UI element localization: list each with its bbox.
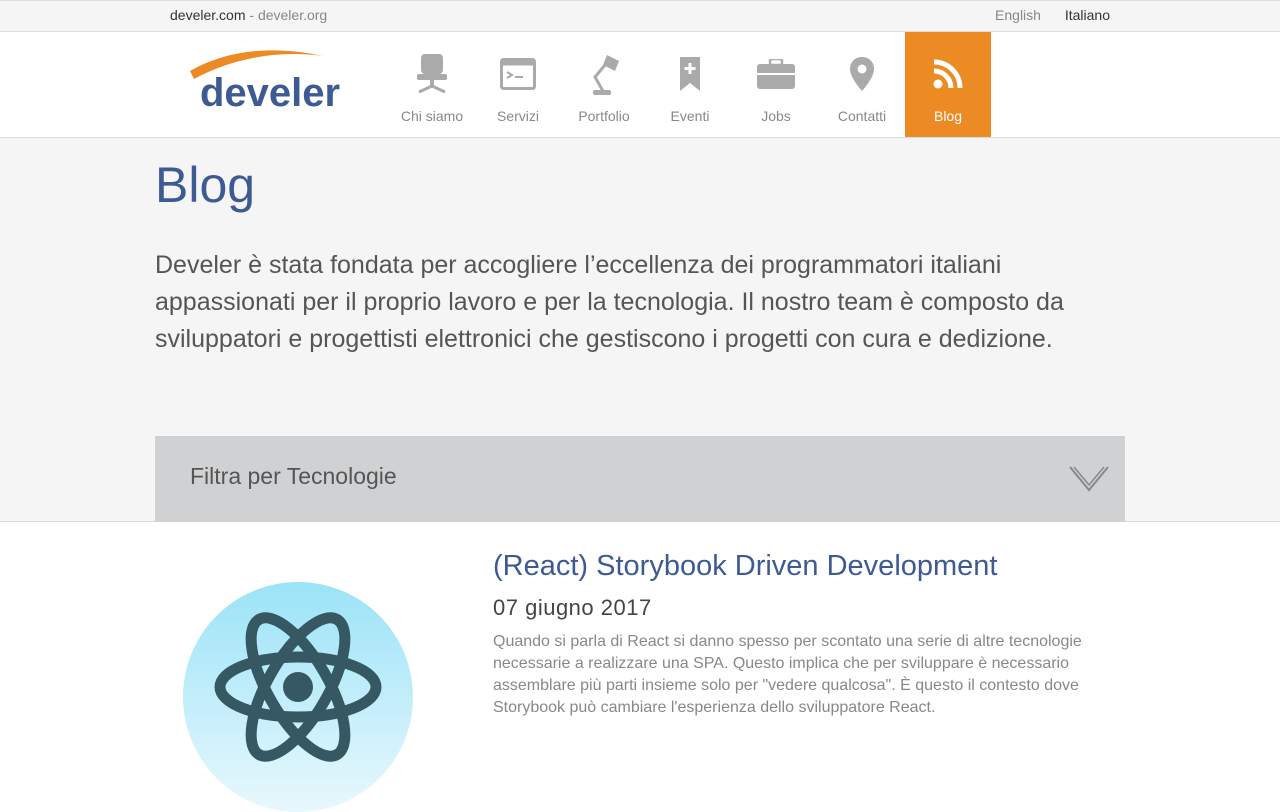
nav-item-portfolio[interactable]: Portfolio — [561, 32, 647, 137]
main-nav: Chi siamo Servizi Portfolio Eventi Jobs — [389, 32, 991, 137]
post-thumbnail[interactable] — [183, 582, 413, 812]
intro-text: Develer è stata fondata per accogliere l… — [155, 251, 1064, 353]
lang-italiano-link[interactable]: Italiano — [1065, 7, 1110, 23]
site-separator: - — [245, 7, 258, 23]
nav-item-blog[interactable]: Blog — [905, 32, 991, 137]
site-switcher: develer.com - develer.org — [170, 7, 327, 23]
lang-english-link[interactable]: English — [995, 7, 1041, 23]
logo-wordmark: develer — [200, 71, 340, 110]
nav-label: Jobs — [761, 108, 791, 124]
react-logo-icon — [214, 612, 382, 762]
site-link-develer-org[interactable]: develer.org — [258, 7, 327, 23]
site-link-develer-com[interactable]: develer.com — [170, 7, 245, 23]
chair-icon — [415, 54, 449, 94]
rss-icon — [933, 54, 963, 94]
chevron-down-icon — [1069, 466, 1109, 492]
post-title-link[interactable]: (React) Storybook Driven Development — [493, 550, 997, 583]
nav-label: Contatti — [837, 108, 887, 124]
nav-item-chi-siamo[interactable]: Chi siamo — [389, 32, 475, 137]
page-title: Blog — [155, 157, 256, 213]
briefcase-icon — [757, 54, 795, 94]
filter-label: Filtra per Tecnologie — [190, 463, 397, 489]
nav-label: Portfolio — [578, 108, 630, 124]
develer-logo[interactable]: develer — [188, 46, 340, 110]
nav-label: Blog — [933, 108, 963, 124]
bookmark-icon — [680, 54, 700, 94]
location-pin-icon — [850, 54, 874, 94]
terminal-icon — [500, 54, 536, 94]
nav-label: Chi siamo — [400, 108, 464, 124]
technology-filter-dropdown[interactable]: Filtra per Tecnologie — [155, 436, 1125, 522]
post-date: 07 giugno 2017 — [493, 595, 652, 620]
post-excerpt: Quando si parla di React si danno spesso… — [493, 633, 1082, 716]
nav-item-eventi[interactable]: Eventi — [647, 32, 733, 137]
lamp-icon — [587, 54, 621, 95]
nav-item-jobs[interactable]: Jobs — [733, 32, 819, 137]
language-switcher: English Italiano — [975, 7, 1110, 23]
nav-label: Servizi — [496, 108, 539, 124]
nav-label: Eventi — [670, 108, 710, 124]
nav-item-contatti[interactable]: Contatti — [819, 32, 905, 137]
blog-hero: Blog Develer è stata fondata per accogli… — [0, 138, 1280, 522]
top-bar: develer.com - develer.org English Italia… — [0, 0, 1280, 32]
nav-item-servizi[interactable]: Servizi — [475, 32, 561, 137]
main-header: develer Chi siamo Servizi Portfolio Even… — [0, 32, 1280, 138]
